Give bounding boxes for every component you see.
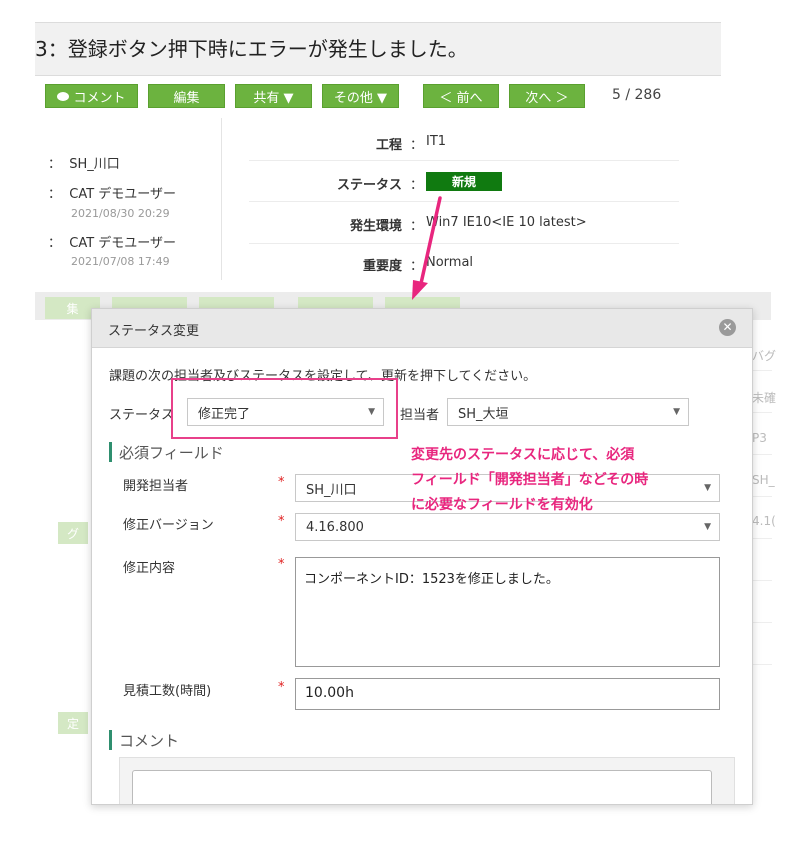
fix-content-label: 修正内容 — [123, 561, 176, 576]
fix-content-textarea[interactable]: コンポーネントID：1523を修正しました。 — [295, 557, 720, 667]
assignee-select-value: SH_大垣 — [458, 406, 509, 422]
required-mark: * — [278, 475, 285, 490]
prev-button[interactable]: ＜ 前へ — [423, 84, 499, 108]
section-marker — [109, 442, 112, 462]
comment-button-label: コメント — [73, 90, 126, 106]
annotation-line: に必要なフィールドを有効化 — [411, 497, 593, 513]
colon: ： — [410, 219, 424, 234]
close-icon[interactable]: ✕ — [719, 319, 736, 336]
dev-assignee-label: 開発担当者 — [123, 479, 189, 494]
other-button[interactable]: その他 ▼ — [322, 84, 399, 108]
row-divider — [249, 243, 679, 244]
chevron-down-icon: ▼ — [704, 483, 711, 493]
severity-value: Normal — [426, 255, 474, 270]
status-badge: 新規 — [426, 172, 502, 191]
ghost-text: 4.1( — [752, 514, 776, 528]
assignee-label: 担当者 — [400, 408, 440, 423]
person-date: 2021/08/30 20:29 — [71, 207, 170, 220]
annotation-line: フィールド「開発担当者」などその時 — [411, 472, 649, 488]
issue-counter: 5 / 286 — [612, 87, 662, 103]
ghost-text: バグ — [752, 349, 777, 363]
person-row: ： CAT デモユーザー — [48, 236, 177, 251]
colon: ： — [410, 138, 424, 153]
estimate-input[interactable]: 10.00h — [295, 678, 720, 710]
person-row: ： SH_川口 — [48, 157, 120, 172]
comment-textarea[interactable] — [132, 770, 712, 804]
ghost-text: SH_ — [752, 473, 775, 487]
required-mark: * — [278, 557, 285, 572]
process-label: 工程 — [375, 138, 402, 153]
dialog-header: ステータス変更 ✕ — [92, 309, 752, 348]
next-button[interactable]: 次へ ＞ — [509, 84, 585, 108]
issue-title: 3：登録ボタン押下時にエラーが発生しました。 — [35, 37, 468, 61]
row-divider — [249, 160, 679, 161]
speech-bubble-icon — [57, 91, 70, 101]
required-mark: * — [278, 680, 285, 695]
person-name: SH_川口 — [69, 157, 120, 172]
person-row: ： CAT デモユーザー — [48, 187, 177, 202]
faded-tag: 定 — [58, 712, 88, 734]
env-value: Win7 IE10<IE 10 latest> — [426, 215, 587, 230]
fix-version-label: 修正バージョン — [123, 518, 214, 533]
comment-section-title: コメント — [119, 732, 180, 750]
person-name: CAT デモユーザー — [69, 187, 177, 202]
share-button[interactable]: 共有 ▼ — [235, 84, 312, 108]
person-name: CAT デモユーザー — [69, 236, 177, 251]
faded-tag: グ — [58, 522, 88, 544]
chevron-down-icon: ▼ — [704, 522, 711, 532]
status-select-label: ステータス — [109, 408, 175, 423]
comment-button[interactable]: コメント — [45, 84, 138, 108]
edit-button[interactable]: 編集 — [148, 84, 225, 108]
status-label: ステータス — [336, 178, 402, 193]
estimate-label: 見積工数(時間) — [123, 684, 212, 699]
dialog-title: ステータス変更 — [108, 324, 200, 339]
required-mark: * — [278, 514, 285, 529]
colon: ： — [410, 178, 424, 193]
colon: ： — [410, 259, 424, 274]
chevron-down-icon: ▼ — [673, 407, 680, 417]
annotation-text: 変更先のステータスに応じて、必須 フィールド「開発担当者」などその時 に必要なフ… — [411, 443, 648, 518]
fix-version-select-value: 4.16.800 — [306, 519, 364, 535]
section-marker — [109, 730, 112, 750]
required-section-title: 必須フィールド — [119, 444, 224, 462]
highlight-box — [171, 378, 398, 439]
assignee-select[interactable]: SH_大垣 ▼ — [447, 398, 689, 426]
env-label: 発生環境 — [349, 219, 402, 234]
ghost-text: 未確 — [752, 391, 777, 405]
person-date: 2021/07/08 17:49 — [71, 255, 170, 268]
column-divider — [221, 118, 222, 280]
process-value: IT1 — [426, 134, 447, 149]
ghost-text: P3 — [752, 431, 767, 445]
severity-label: 重要度 — [362, 259, 402, 274]
dev-assignee-select-value: SH_川口 — [306, 482, 357, 498]
row-divider — [249, 201, 679, 202]
annotation-line: 変更先のステータスに応じて、必須 — [411, 447, 635, 463]
